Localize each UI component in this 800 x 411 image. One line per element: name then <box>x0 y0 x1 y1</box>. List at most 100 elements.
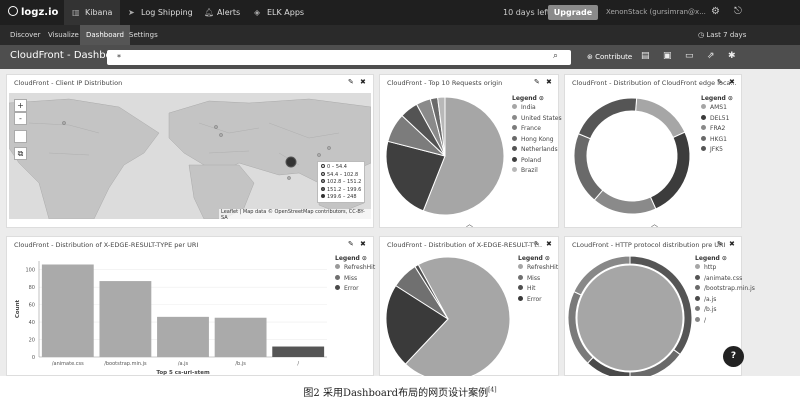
zoom-out-button[interactable]: - <box>14 112 27 125</box>
map-point-india[interactable] <box>285 156 297 168</box>
legend-item[interactable]: RefreshHit <box>518 264 558 275</box>
legend-item[interactable]: Hit <box>518 285 558 296</box>
slice-del51[interactable] <box>649 131 691 210</box>
nav-kibana[interactable]: ▥ Kibana <box>64 0 121 25</box>
draw-filter-icon[interactable]: ⧉ <box>14 147 27 160</box>
close-icon[interactable]: ✖ <box>546 240 552 248</box>
donut-edge[interactable] <box>571 95 693 217</box>
pie-result-type[interactable] <box>384 255 512 376</box>
load-icon[interactable]: ▭ <box>685 51 694 61</box>
legend-item[interactable]: FRA2 <box>701 125 733 136</box>
legend-item[interactable]: Poland <box>512 156 562 168</box>
legend-header[interactable]: Legend ⊙ <box>335 255 375 262</box>
upgrade-button[interactable]: Upgrade <box>548 5 598 20</box>
time-range-picker[interactable]: ◷ Last 7 days <box>698 25 746 45</box>
bar-chart[interactable]: 0 20 40 60 80 100/animate.css/bootstrap.min.j… <box>9 253 331 375</box>
legend-result-type-2: Legend ⊙ RefreshHit Miss Hit Error <box>518 255 558 306</box>
nav-alerts[interactable]: 🔔︎ Alerts <box>196 0 248 25</box>
close-icon[interactable]: ✖ <box>729 78 735 86</box>
map-point[interactable] <box>317 153 321 157</box>
app-logo[interactable]: logz.io <box>8 6 58 18</box>
nav-log-shipping[interactable]: ➤ Log Shipping <box>120 0 201 25</box>
zoom-in-button[interactable]: + <box>14 99 27 112</box>
map-attribution[interactable]: Leaflet | Map data © OpenStreetMap contr… <box>219 209 373 221</box>
close-icon[interactable]: ✖ <box>729 240 735 248</box>
nav-elk-apps[interactable]: ◈ ELK Apps <box>246 0 312 25</box>
edit-icon[interactable]: ✎ <box>534 78 540 86</box>
bar-1[interactable] <box>99 281 152 357</box>
legend-item[interactable]: Error <box>518 295 558 307</box>
close-icon[interactable]: ✖ <box>546 78 552 86</box>
legend-item[interactable]: United States <box>512 114 562 126</box>
legend-item[interactable]: France <box>512 125 562 136</box>
fit-bounds-button[interactable] <box>14 130 27 143</box>
legend-header[interactable]: Legend ⊙ <box>695 255 755 262</box>
close-icon[interactable]: ✖ <box>360 240 366 248</box>
legend-item[interactable]: http <box>695 264 755 275</box>
legend-item[interactable]: HKG1 <box>701 135 733 147</box>
panel-title: CLoudFront - HTTP protocol distribution … <box>572 241 726 249</box>
bar-2[interactable] <box>157 316 209 357</box>
user-menu[interactable]: XenonStack (gursimran@x... <box>606 0 706 25</box>
map-point[interactable] <box>287 176 291 180</box>
tab-visualize[interactable]: Visualize <box>42 25 85 45</box>
legend-header[interactable]: Legend ⊙ <box>701 95 733 102</box>
legend-item[interactable]: Miss <box>518 274 558 286</box>
y-tick-label: 40 <box>29 320 35 326</box>
slice-ams1[interactable] <box>635 97 686 139</box>
legend-item[interactable]: Netherlands <box>512 146 562 157</box>
legend-item[interactable]: /a.js <box>695 295 755 307</box>
legend-item[interactable]: RefreshHit <box>335 264 375 275</box>
legend-item[interactable]: India <box>512 104 562 115</box>
legend-item[interactable]: DEL51 <box>701 114 733 126</box>
edit-icon[interactable]: ✎ <box>717 78 723 86</box>
edit-icon[interactable]: ✎ <box>534 240 540 248</box>
slice-hkg1[interactable] <box>573 133 604 201</box>
bar-0[interactable] <box>41 264 94 357</box>
close-icon[interactable]: ✖ <box>360 78 366 86</box>
donut-protocol[interactable] <box>567 255 693 376</box>
edit-icon[interactable]: ✎ <box>348 78 354 86</box>
legend-item[interactable]: Hong Kong <box>512 135 562 147</box>
search-input[interactable]: * <box>107 50 571 65</box>
contribute-button[interactable]: ⊛ Contribute <box>587 45 632 69</box>
map-point[interactable] <box>327 146 331 150</box>
help-chat-button[interactable]: ? <box>723 346 744 367</box>
save-icon[interactable]: ▣ <box>663 51 672 61</box>
legend-header[interactable]: Legend ⊙ <box>518 255 558 262</box>
search-icon[interactable]: ⌕ <box>553 51 558 61</box>
legend-item[interactable]: /b.js <box>695 306 755 317</box>
tab-discover[interactable]: Discover <box>4 25 46 45</box>
edit-icon[interactable]: ✎ <box>348 240 354 248</box>
slice-http[interactable] <box>576 264 684 372</box>
chevron-up-icon[interactable]: ︿ <box>466 219 473 229</box>
legend-item[interactable]: /animate.css <box>695 274 755 286</box>
legend-item[interactable]: AMS1 <box>701 104 733 115</box>
legend-item[interactable]: Miss <box>335 274 375 286</box>
new-dashboard-icon[interactable]: ▤ <box>641 51 650 61</box>
legend-item[interactable]: Brazil <box>512 167 562 178</box>
panel-title: CloudFront - Client IP Distribution <box>14 79 123 87</box>
share-icon[interactable]: ⇗ <box>707 51 715 61</box>
bar-3[interactable] <box>214 317 267 357</box>
legend-item[interactable]: Error <box>335 285 375 296</box>
tab-settings[interactable]: Settings <box>123 25 164 45</box>
legend-item[interactable]: JFK5 <box>701 146 733 157</box>
slice-jfk5[interactable] <box>577 97 638 140</box>
map-point[interactable] <box>219 133 223 137</box>
logout-icon[interactable]: ⎋ <box>734 6 742 17</box>
edit-icon[interactable]: ✎ <box>717 240 723 248</box>
legend-item[interactable]: /bootstrap.min.js <box>695 285 755 296</box>
slice-fra2[interactable] <box>593 189 657 215</box>
legend-item[interactable]: / <box>695 316 755 328</box>
bar-4[interactable] <box>272 346 325 357</box>
settings-icon[interactable]: ✱ <box>728 51 736 61</box>
pie-top10[interactable] <box>384 95 506 217</box>
map-point[interactable] <box>62 121 66 125</box>
legend-header[interactable]: Legend ⊙ <box>512 95 562 102</box>
y-tick-label: 80 <box>29 285 35 291</box>
chevron-up-icon[interactable]: ︿ <box>651 219 658 229</box>
gear-icon[interactable]: ⚙ <box>711 6 720 17</box>
map-point[interactable] <box>214 125 218 129</box>
legend-label: RefreshHit <box>344 264 376 271</box>
